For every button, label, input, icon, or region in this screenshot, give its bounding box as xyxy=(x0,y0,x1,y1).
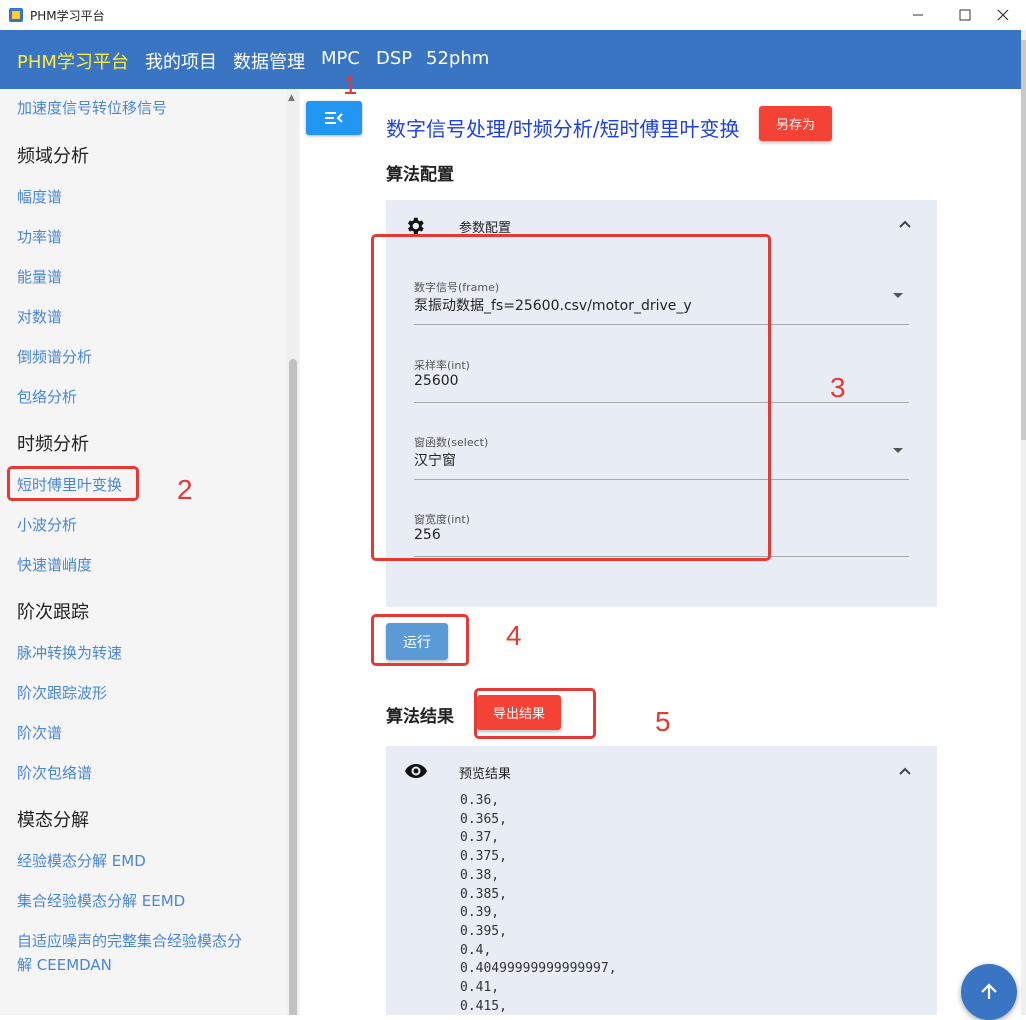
sidebar-item-power-spectrum[interactable]: 功率谱 xyxy=(17,226,62,247)
result-line: 0.385, xyxy=(460,886,507,902)
annotation-label: 3 xyxy=(830,372,846,403)
minimize-icon xyxy=(913,14,923,16)
scroll-up-icon[interactable]: ▲ xyxy=(288,93,295,103)
sidebar-item-ceemdan-line2[interactable]: 解 CEEMDAN xyxy=(17,954,112,975)
close-icon xyxy=(997,9,1009,21)
chevron-up-icon[interactable] xyxy=(898,766,912,776)
scroll-to-top-button[interactable] xyxy=(961,964,1017,1020)
nav-dsp[interactable]: DSP xyxy=(376,48,412,69)
arrow-up-icon xyxy=(981,983,997,999)
result-line: 0.375, xyxy=(460,849,507,865)
result-line: 0.39, xyxy=(460,905,500,921)
sidebar: 加速度信号转位移信号 频域分析 幅度谱 功率谱 能量谱 对数谱 倒频谱分析 包络… xyxy=(0,89,300,1015)
window-titlebar: PHM学习平台 xyxy=(0,0,1026,30)
nav-data-management[interactable]: 数据管理 xyxy=(233,48,305,74)
annotation-label: 2 xyxy=(177,474,193,505)
result-line: 0.4, xyxy=(460,942,492,958)
result-preview-text: 0.36, 0.365, 0.37, 0.375, 0.38, 0.385, 0… xyxy=(460,792,617,1016)
nav-52phm[interactable]: 52phm xyxy=(426,48,489,69)
result-line: 0.395, xyxy=(460,923,507,939)
chevron-up-icon[interactable] xyxy=(898,219,912,229)
nav-my-projects[interactable]: 我的项目 xyxy=(145,48,217,74)
app-bar: PHM学习平台 我的项目 数据管理 MPC DSP 52phm xyxy=(0,30,1021,89)
breadcrumb: 数字信号处理/时频分析/短时傅里叶变换 xyxy=(386,117,740,141)
app-icon xyxy=(9,8,23,22)
result-line: 0.36, xyxy=(460,793,500,808)
maximize-icon xyxy=(959,9,971,21)
annotation-label: 1 xyxy=(343,70,358,100)
annotation-box-run xyxy=(371,614,469,666)
window-title: PHM学习平台 xyxy=(30,9,105,23)
result-line: 0.37, xyxy=(460,830,500,846)
sidebar-item-order-waveform[interactable]: 阶次跟踪波形 xyxy=(17,682,107,703)
result-line: 0.415, xyxy=(460,998,507,1014)
annotation-label: 5 xyxy=(655,706,671,737)
sidebar-toggle-button[interactable] xyxy=(306,101,362,135)
sidebar-group-time-frequency: 时频分析 xyxy=(17,434,89,455)
close-button[interactable] xyxy=(980,0,1026,30)
result-line: 0.365, xyxy=(460,811,507,827)
annotation-label: 4 xyxy=(506,620,522,651)
menu-collapse-icon xyxy=(325,112,343,124)
annotation-box-stft xyxy=(7,466,139,501)
result-panel-title[interactable]: 预览结果 xyxy=(459,763,511,782)
sidebar-item-eemd[interactable]: 集合经验模态分解 EEMD xyxy=(17,890,185,911)
sidebar-item-pulse-to-speed[interactable]: 脉冲转换为转速 xyxy=(17,642,122,663)
result-line: 0.41, xyxy=(460,980,500,996)
sidebar-item-amplitude-spectrum[interactable]: 幅度谱 xyxy=(17,186,62,207)
sidebar-item-wavelet[interactable]: 小波分析 xyxy=(17,514,77,535)
result-section-title: 算法结果 xyxy=(386,707,454,727)
nav-mpc[interactable]: MPC xyxy=(321,48,360,69)
sidebar-item-ceemdan[interactable]: 自适应噪声的完整集合经验模态分 xyxy=(17,930,242,951)
sidebar-scrollbar[interactable]: ▲ xyxy=(287,89,299,1015)
sidebar-item-emd[interactable]: 经验模态分解 EMD xyxy=(17,850,146,871)
sidebar-item-cepstrum[interactable]: 倒频谱分析 xyxy=(17,346,92,367)
sidebar-item-order-spectrum[interactable]: 阶次谱 xyxy=(17,722,62,743)
sidebar-item-envelope[interactable]: 包络分析 xyxy=(17,386,77,407)
sidebar-item-log-spectrum[interactable]: 对数谱 xyxy=(17,306,62,327)
brand-link[interactable]: PHM学习平台 xyxy=(17,48,129,74)
sidebar-group-order-tracking: 阶次跟踪 xyxy=(17,602,89,623)
dropdown-arrow-icon[interactable] xyxy=(893,293,903,298)
sidebar-scrollbar-thumb[interactable] xyxy=(289,359,297,1015)
save-as-button[interactable]: 另存为 xyxy=(759,106,832,141)
sidebar-item-order-envelope[interactable]: 阶次包络谱 xyxy=(17,762,92,783)
minimize-button[interactable] xyxy=(895,0,941,30)
dropdown-arrow-icon[interactable] xyxy=(893,448,903,453)
annotation-box-export xyxy=(474,688,596,739)
sidebar-item-fast-kurtogram[interactable]: 快速谱峭度 xyxy=(17,554,92,575)
result-line: 0.40499999999999997, xyxy=(460,961,617,977)
eye-icon xyxy=(405,764,427,778)
sidebar-item-energy-spectrum[interactable]: 能量谱 xyxy=(17,266,62,287)
sidebar-group-modal-decomposition: 模态分解 xyxy=(17,810,89,831)
annotation-box-config xyxy=(371,234,771,561)
result-panel: 预览结果 0.36, 0.365, 0.37, 0.375, 0.38, 0.3… xyxy=(386,746,937,1015)
result-line: 0.38, xyxy=(460,867,500,883)
window-scrollbar-thumb[interactable] xyxy=(1021,40,1026,440)
sidebar-group-frequency: 频域分析 xyxy=(17,146,89,167)
config-section-title: 算法配置 xyxy=(386,165,454,185)
window-scrollbar[interactable] xyxy=(1021,30,1026,1015)
sidebar-item-acc-to-disp[interactable]: 加速度信号转位移信号 xyxy=(17,97,167,118)
